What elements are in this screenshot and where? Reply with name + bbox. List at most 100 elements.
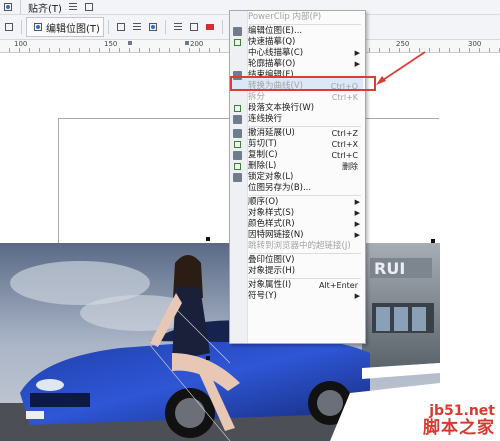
connector-icon xyxy=(233,115,242,124)
grid-icon[interactable] xyxy=(68,2,78,12)
menu-item[interactable]: 中心线描摹(C) ▶ xyxy=(229,48,364,59)
menu-item[interactable]: 符号(Y) ▶ xyxy=(229,291,364,302)
submenu-arrow-icon: ▶ xyxy=(354,60,360,68)
ruler-label: 300 xyxy=(468,40,482,48)
ruler-label: 200 xyxy=(190,40,204,48)
eye-icon[interactable] xyxy=(3,2,13,12)
selection-handle[interactable] xyxy=(206,237,210,241)
ruler-label: 250 xyxy=(396,40,410,48)
menu-item[interactable]: 对象样式(S) ▶ xyxy=(229,208,364,219)
menu-item-label: 顺序(O) xyxy=(248,197,279,207)
options-icon[interactable] xyxy=(84,2,94,12)
menu-item-label: 因特网链接(N) xyxy=(248,230,304,240)
edit-bitmap-button[interactable]: 编辑位图(T) xyxy=(26,17,104,37)
menu-item-label: 对象提示(H) xyxy=(248,266,296,276)
menu-item-label: 复制(C) xyxy=(248,150,278,160)
toolbar-divider xyxy=(221,20,223,34)
menu-item-label: 锁定对象(L) xyxy=(248,172,294,182)
menu-item-label: 叠印位图(V) xyxy=(248,255,295,265)
edit-bitmap-icon xyxy=(233,27,242,36)
menu-separator xyxy=(249,195,361,196)
menu-item-shortcut: Ctrl+Z xyxy=(331,129,358,138)
ruler-label: 100 xyxy=(14,40,28,48)
photo-car-woman-image: RUI xyxy=(0,243,440,441)
menu-item-label: 剪切(T) xyxy=(248,139,277,149)
lock-icon xyxy=(233,173,242,182)
menu-item[interactable]: 编辑位图(E)... xyxy=(229,26,364,37)
toolbar-divider xyxy=(107,20,109,34)
submenu-arrow-icon: ▶ xyxy=(354,231,360,239)
svg-text:RUI: RUI xyxy=(374,259,405,278)
selection-handle[interactable] xyxy=(206,356,210,360)
menu-separator xyxy=(249,24,361,25)
menu-item-icon-slot xyxy=(233,60,242,69)
menu-item-label: 颜色样式(R) xyxy=(248,219,295,229)
menu-item-icon-slot xyxy=(233,281,242,290)
menu-item-label: 对象样式(S) xyxy=(248,208,295,218)
bitmap-icon xyxy=(33,22,43,32)
crop-icon[interactable] xyxy=(116,22,126,32)
menu-item-shortcut: Alt+Enter xyxy=(318,281,358,290)
selection-handle[interactable] xyxy=(431,239,435,243)
menu-item[interactable]: 轮廓描摹(O) ▶ xyxy=(229,59,364,70)
menu-item-shortcut: Ctrl+K xyxy=(331,93,358,102)
align-icon[interactable] xyxy=(173,22,183,32)
submenu-arrow-icon: ▶ xyxy=(354,49,360,57)
menu-item-label: 拆分 xyxy=(248,92,266,102)
submenu-arrow-icon: ▶ xyxy=(354,292,360,300)
menu-item[interactable]: 因特网链接(N) ▶ xyxy=(229,230,364,241)
menu-item-shortcut: 删除 xyxy=(342,162,358,171)
menu-item-icon-slot xyxy=(233,49,242,58)
resize-icon[interactable] xyxy=(4,22,14,32)
menu-item-icon-slot xyxy=(233,242,242,251)
copy-icon xyxy=(233,151,242,160)
menu-item[interactable]: 对象提示(H) xyxy=(229,266,364,277)
effect-icon[interactable] xyxy=(205,22,215,32)
menu-item-icon-slot xyxy=(233,220,242,229)
node-icon[interactable] xyxy=(189,22,199,32)
wrap-text-icon xyxy=(233,104,242,113)
menu-item[interactable]: 叠印位图(V) xyxy=(229,255,364,266)
ruler-marker xyxy=(128,41,132,45)
menu-item[interactable]: 复制(C) Ctrl+C xyxy=(229,150,364,161)
menu-item[interactable]: 删除(L) 删除 xyxy=(229,161,364,172)
menu-item-shortcut: Ctrl+X xyxy=(331,140,358,149)
cut-icon xyxy=(233,140,242,149)
submenu-arrow-icon: ▶ xyxy=(354,198,360,206)
menu-item[interactable]: 撤消延展(U) Ctrl+Z xyxy=(229,128,364,139)
toolbar-divider xyxy=(21,20,22,34)
menu-item-icon-slot xyxy=(233,267,242,276)
menu-item-label: 快速描摹(Q) xyxy=(248,37,296,47)
quick-trace-icon xyxy=(233,38,242,47)
menu-item[interactable]: 快速描摹(Q) xyxy=(229,37,364,48)
menu-item[interactable]: 顺序(O) ▶ xyxy=(229,197,364,208)
menu-item[interactable]: 对象属性(I) Alt+Enter xyxy=(229,280,364,291)
resample-icon[interactable] xyxy=(148,22,158,32)
menu-item-icon-slot xyxy=(233,209,242,218)
menu-separator xyxy=(249,126,361,127)
menu-item-label: 跳转到浏览器中的超链接(J) xyxy=(248,241,351,251)
menu-item-label: 删除(L) xyxy=(248,161,277,171)
toolbar-divider xyxy=(20,0,21,14)
menu-item: PowerClip 内部(P) xyxy=(229,12,364,23)
trace-icon[interactable] xyxy=(132,22,142,32)
menu-item-label: 轮廓描摹(O) xyxy=(248,59,296,69)
menu-item[interactable]: 颜色样式(R) ▶ xyxy=(229,219,364,230)
menu-item-label: 对象属性(I) xyxy=(248,280,292,290)
menu-item[interactable]: 段落文本换行(W) xyxy=(229,103,364,114)
snap-to-menu[interactable]: 贴齐(T) xyxy=(28,0,62,15)
menu-item-label: 段落文本换行(W) xyxy=(248,103,315,113)
menu-item-label: PowerClip 内部(P) xyxy=(248,12,322,22)
menu-item-label: 位图另存为(B)... xyxy=(248,183,312,193)
menu-item[interactable]: 剪切(T) Ctrl+X xyxy=(229,139,364,150)
menu-item-icon-slot xyxy=(233,93,242,102)
submenu-arrow-icon: ▶ xyxy=(354,209,360,217)
ruler-label: 150 xyxy=(104,40,118,48)
menu-item[interactable]: 连线换行 xyxy=(229,114,364,125)
menu-item[interactable]: 锁定对象(L) xyxy=(229,172,364,183)
edit-bitmap-label: 编辑位图(T) xyxy=(46,23,100,35)
bitmap-photo[interactable]: RUI xyxy=(0,243,440,441)
menu-item[interactable]: 位图另存为(B)... xyxy=(229,183,364,194)
menu-item: 拆分 Ctrl+K xyxy=(229,92,364,103)
menu-item-icon-slot xyxy=(233,184,242,193)
